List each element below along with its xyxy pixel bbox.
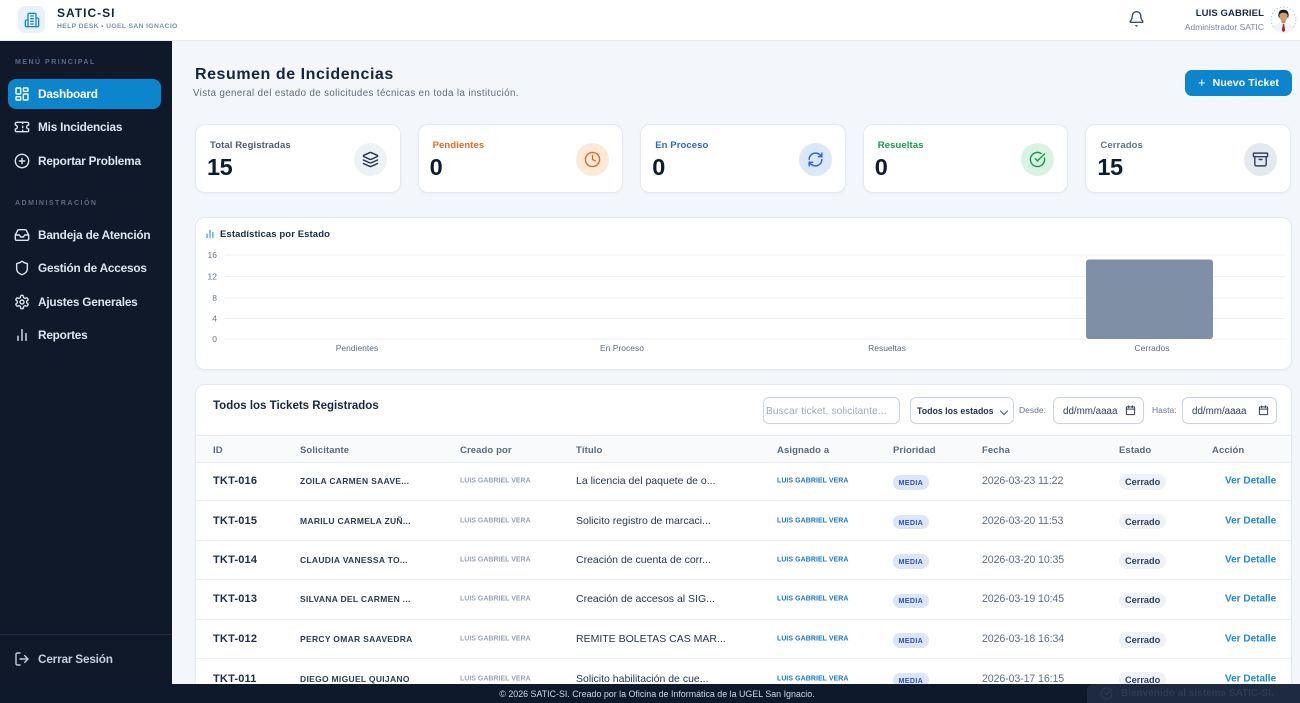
svg-text:En Proceso: En Proceso <box>600 343 644 353</box>
svg-text:4: 4 <box>212 314 217 324</box>
svg-text:0: 0 <box>212 334 217 344</box>
svg-text:Resueltas: Resueltas <box>868 343 906 353</box>
svg-text:12: 12 <box>208 272 218 282</box>
svg-text:16: 16 <box>208 250 218 260</box>
svg-text:8: 8 <box>212 293 217 303</box>
svg-text:Cerrados: Cerrados <box>1135 343 1170 353</box>
svg-text:Pendientes: Pendientes <box>336 343 379 353</box>
